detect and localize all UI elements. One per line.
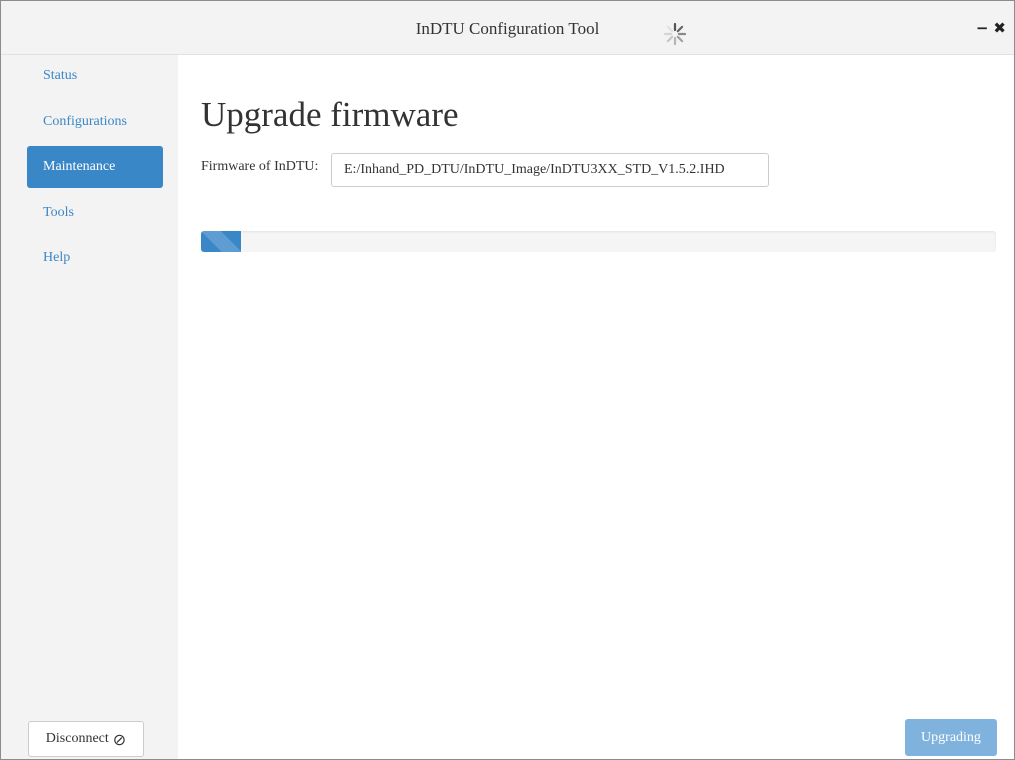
firmware-path-input[interactable] [331,153,769,187]
sidebar-item-maintenance[interactable]: Maintenance [27,146,163,188]
loading-spinner-icon [664,23,686,45]
disconnect-button[interactable]: Disconnect ⊘ [28,721,144,757]
disconnect-label: Disconnect [45,731,109,746]
upgrading-button[interactable]: Upgrading [905,719,997,756]
sidebar-item-help[interactable]: Help [27,237,163,279]
title-bar[interactable]: InDTU Configuration Tool − ✖ [1,1,1014,55]
upgrade-progress-bar [201,231,241,252]
page-title: Upgrade firmware [201,95,459,134]
minimize-button[interactable]: − [976,21,989,36]
prohibited-icon: ⊘ [112,729,127,749]
close-button[interactable]: ✖ [993,21,1006,36]
main-panel: Upgrade firmware Firmware of InDTU: Upgr… [179,55,1014,759]
upgrade-progress [201,231,996,252]
app-window: InDTU Configuration Tool − ✖ Status Conf… [0,0,1015,760]
sidebar-item-status[interactable]: Status [27,55,163,97]
sidebar-item-tools[interactable]: Tools [27,192,163,234]
sidebar: Status Configurations Maintenance Tools … [1,55,178,759]
window-controls: − ✖ [976,21,1006,36]
sidebar-item-configurations[interactable]: Configurations [27,101,163,143]
window-title: InDTU Configuration Tool [415,19,600,38]
firmware-label: Firmware of InDTU: [201,159,319,174]
